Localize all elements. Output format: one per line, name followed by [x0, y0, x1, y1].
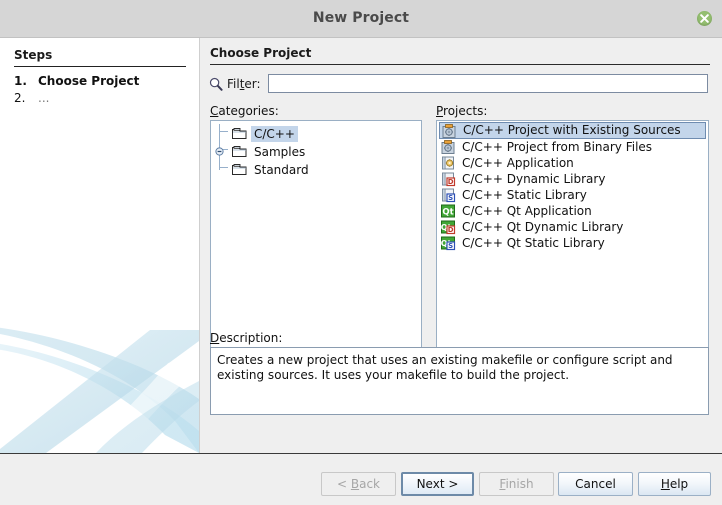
project-label: C/C++ Dynamic Library [462, 171, 606, 186]
project-label: C/C++ Static Library [462, 187, 587, 202]
step-item-1: 1. Choose Project [14, 74, 139, 88]
project-label: C/C++ Application [462, 155, 574, 170]
page-title-rule [210, 64, 710, 65]
back-button[interactable]: < Back [321, 472, 396, 496]
page-title: Choose Project [210, 46, 312, 60]
dynamic-library-icon: D [442, 172, 456, 186]
project-item-qt-static-library[interactable]: Qt S C/C++ Qt Static Library [437, 235, 708, 251]
help-button[interactable]: Help [638, 472, 711, 496]
static-library-icon: S [442, 188, 456, 202]
projects-label: Projects: [436, 104, 488, 118]
decorative-swoosh-graphic [0, 327, 199, 453]
description-box: Creates a new project that uses an exist… [210, 347, 709, 415]
dialog-button-bar: < Back Next > Finish Cancel Help [0, 454, 722, 505]
step-label: Choose Project [38, 74, 140, 88]
steps-sidebar: Steps 1. Choose Project 2.... [0, 38, 200, 453]
svg-text:D: D [448, 226, 454, 234]
project-item-static-library[interactable]: S C/C++ Static Library [437, 187, 708, 203]
categories-listbox[interactable]: C/C++ Samples Standard [210, 120, 422, 359]
window-titlebar: New Project [0, 0, 722, 38]
step-label: ... [38, 91, 50, 105]
project-label: C/C++ Qt Dynamic Library [462, 219, 624, 234]
project-binary-files-icon [441, 140, 455, 154]
description-text: Creates a new project that uses an exist… [217, 353, 673, 382]
filter-input[interactable] [268, 74, 708, 93]
project-label: C/C++ Project from Binary Files [462, 139, 653, 154]
qt-static-library-icon: Qt S [441, 236, 456, 250]
categories-label: Categories: [210, 104, 279, 118]
project-label: C/C++ Qt Application [462, 203, 592, 218]
step-item-2: 2.... [14, 91, 49, 105]
window-title: New Project [312, 10, 410, 26]
qt-application-icon: Qt [441, 204, 455, 218]
project-item-existing-sources[interactable]: C/C++ Project with Existing Sources [439, 122, 706, 139]
project-item-application[interactable]: C/C++ Application [437, 155, 708, 171]
filter-label: Filter: [227, 77, 261, 91]
svg-text:S: S [448, 242, 453, 250]
folder-icon [231, 126, 248, 140]
qt-dynamic-library-icon: Qt D [441, 220, 456, 234]
svg-text:D: D [448, 178, 454, 186]
step-number: 2. [14, 91, 26, 105]
tree-expand-handle-icon[interactable] [215, 147, 224, 156]
finish-button[interactable]: Finish [479, 472, 554, 496]
application-icon [442, 156, 454, 170]
search-icon [209, 77, 223, 91]
project-item-qt-application[interactable]: Qt C/C++ Qt Application [437, 203, 708, 219]
project-existing-sources-icon [442, 123, 456, 138]
projects-list: C/C++ Project with Existing Sources C/C+… [437, 121, 708, 251]
close-circle-icon[interactable] [697, 11, 712, 26]
category-label: Standard [254, 162, 309, 177]
project-item-qt-dynamic-library[interactable]: Qt D C/C++ Qt Dynamic Library [437, 219, 708, 235]
category-item-samples[interactable]: Samples [211, 142, 421, 160]
project-label: C/C++ Project with Existing Sources [463, 123, 681, 137]
category-item-c-cpp[interactable]: C/C++ [211, 124, 421, 142]
project-item-dynamic-library[interactable]: D C/C++ Dynamic Library [437, 171, 708, 187]
category-label: Samples [254, 144, 306, 159]
projects-listbox[interactable]: C/C++ Project with Existing Sources C/C+… [436, 120, 709, 359]
choose-project-panel: Choose Project Filter: Categories: C/C++… [200, 38, 722, 453]
project-label: C/C++ Qt Static Library [462, 235, 605, 250]
step-number: 1. [14, 74, 27, 88]
category-item-standard[interactable]: Standard [211, 160, 421, 178]
folder-icon [231, 162, 248, 176]
description-label: Description: [210, 331, 283, 345]
next-button[interactable]: Next > [401, 472, 474, 496]
svg-text:S: S [448, 194, 453, 202]
project-item-binary-files[interactable]: C/C++ Project from Binary Files [437, 139, 708, 155]
categories-tree: C/C++ Samples Standard [211, 121, 421, 178]
steps-heading-rule [14, 66, 186, 67]
steps-heading: Steps [14, 48, 53, 62]
cancel-button[interactable]: Cancel [558, 472, 633, 496]
folder-icon [231, 144, 248, 158]
svg-text:Qt: Qt [442, 208, 453, 218]
category-label: C/C++ [251, 125, 298, 142]
close-x-glyph [700, 14, 709, 23]
